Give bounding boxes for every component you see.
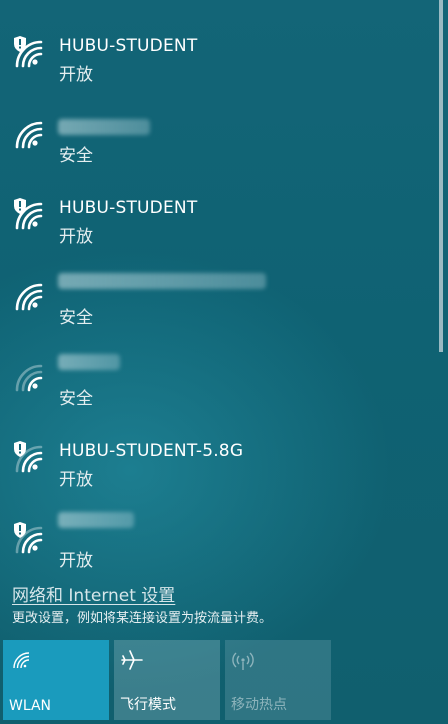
redacted-ssid bbox=[58, 512, 134, 528]
network-ssid: HUBU-STUDENT bbox=[59, 198, 198, 218]
settings-description: 更改设置，例如将某连接设置为按流量计费。 bbox=[12, 611, 273, 626]
wifi-open-icon bbox=[14, 36, 43, 68]
network-ssid: HUBU-STUDENT-5.8G bbox=[59, 441, 244, 461]
redacted-ssid bbox=[58, 273, 266, 289]
scrollbar[interactable] bbox=[439, 0, 443, 352]
network-status: 安全 bbox=[59, 308, 93, 328]
network-item[interactable]: HUBU-STUDENT 开放 bbox=[0, 12, 430, 88]
network-item[interactable]: 安全 bbox=[0, 336, 430, 412]
network-ssid: HUBU-STUDENT bbox=[59, 36, 198, 56]
wlan-toggle-button[interactable]: WLAN bbox=[3, 640, 109, 720]
network-settings-link[interactable]: 网络和 Internet 设置 bbox=[12, 581, 175, 606]
hotspot-icon bbox=[232, 652, 254, 670]
mobile-hotspot-label: 移动热点 bbox=[231, 697, 287, 713]
network-item[interactable]: HUBU-STUDENT 开放 bbox=[0, 174, 430, 250]
network-item[interactable]: 安全 bbox=[0, 255, 430, 331]
redacted-ssid bbox=[58, 354, 120, 370]
wifi-weak-icon bbox=[15, 364, 43, 392]
network-item[interactable]: 开放 bbox=[0, 498, 430, 574]
network-status: 安全 bbox=[59, 389, 93, 409]
network-status: 开放 bbox=[59, 65, 93, 85]
network-status: 开放 bbox=[59, 551, 93, 571]
wifi-open-icon bbox=[14, 198, 43, 230]
wifi-open-icon bbox=[14, 522, 43, 554]
wlan-label: WLAN bbox=[9, 698, 52, 714]
network-status: 开放 bbox=[59, 227, 93, 247]
airplane-mode-button[interactable]: 飞行模式 bbox=[114, 640, 220, 720]
mobile-hotspot-button[interactable]: 移动热点 bbox=[225, 640, 331, 720]
redacted-ssid bbox=[58, 119, 150, 135]
wifi-open-icon bbox=[14, 441, 43, 473]
network-item[interactable]: 安全 bbox=[0, 93, 430, 169]
wifi-secure-icon bbox=[15, 121, 43, 149]
wifi-secure-icon bbox=[15, 283, 43, 311]
network-status: 安全 bbox=[59, 146, 93, 166]
airplane-mode-label: 飞行模式 bbox=[120, 697, 176, 713]
network-item[interactable]: HUBU-STUDENT-5.8G 开放 bbox=[0, 417, 430, 493]
network-status: 开放 bbox=[59, 470, 93, 490]
airplane-icon bbox=[121, 650, 143, 670]
wifi-icon bbox=[13, 652, 30, 669]
